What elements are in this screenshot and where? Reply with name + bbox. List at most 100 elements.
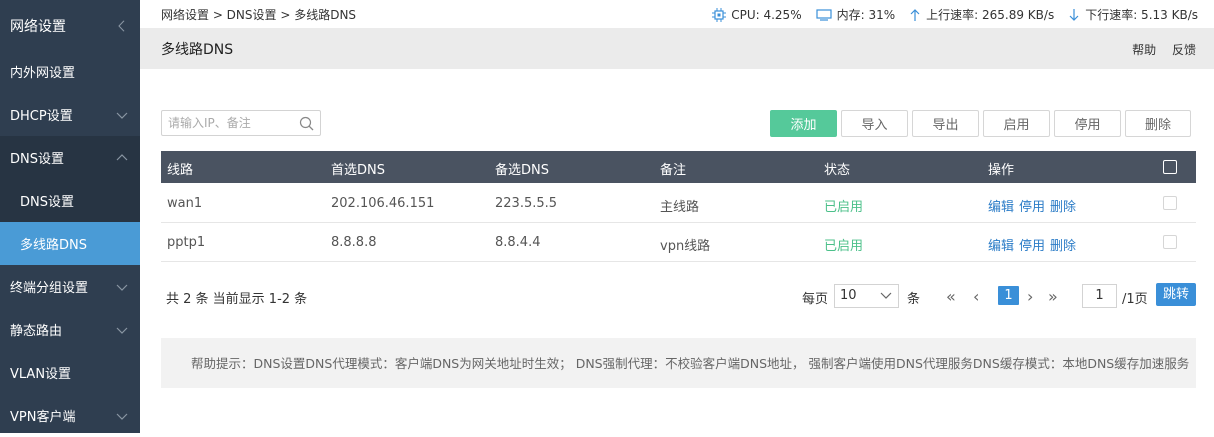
row-actions: 编辑 停用 删除 — [988, 235, 1081, 254]
total-pages: /1页 — [1122, 292, 1148, 307]
sidebar-item-label: VPN客户端 — [10, 410, 76, 425]
top-bar: 网络设置 > DNS设置 > 多线路DNS CPU: 4.25% 内存: 31%… — [140, 0, 1214, 28]
sidebar: 网络设置 内外网设置 DHCP设置 DNS设置 DNS设置 多线路DNS 终端分… — [0, 0, 140, 433]
disable-button[interactable]: 停用 — [1054, 110, 1121, 137]
sidebar-item-label: DNS设置 — [20, 195, 74, 210]
sidebar-item-terminal-groups[interactable]: 终端分组设置 — [0, 265, 140, 308]
edit-link[interactable]: 编辑 — [988, 200, 1014, 215]
prev-page-button[interactable]: ‹ — [973, 287, 979, 306]
delete-link[interactable]: 删除 — [1050, 200, 1076, 215]
cell-primary-dns: 8.8.8.8 — [331, 235, 377, 250]
table-header: 线路 首选DNS 备选DNS 备注 状态 操作 — [161, 151, 1196, 183]
column-header-status: 状态 — [824, 163, 851, 178]
chevron-down-icon — [116, 284, 128, 291]
go-button[interactable]: 跳转 — [1156, 283, 1196, 306]
system-stats: CPU: 4.25% 内存: 31% 上行速率: 265.89 KB/s 下行速… — [698, 6, 1198, 23]
memory-value: 内存: 31% — [836, 8, 896, 22]
cpu-icon — [712, 7, 727, 22]
chevron-down-icon — [116, 413, 128, 420]
cell-primary-dns: 202.106.46.151 — [331, 196, 435, 211]
record-summary: 共 2 条 当前显示 1-2 条 — [166, 292, 308, 307]
memory-stat: 内存: 31% — [816, 6, 896, 23]
sidebar-item-label: VLAN设置 — [10, 367, 72, 382]
sidebar-item-label: DNS设置 — [10, 152, 64, 167]
download-stat: 下行速率: 5.13 KB/s — [1068, 6, 1198, 23]
current-page[interactable]: 1 — [998, 286, 1019, 305]
column-header-note: 备注 — [660, 163, 687, 178]
sidebar-item-label: 静态路由 — [10, 324, 63, 339]
download-value: 下行速率: 5.13 KB/s — [1085, 8, 1198, 22]
disable-link[interactable]: 停用 — [1019, 239, 1045, 254]
column-header-secondary-dns: 备选DNS — [495, 163, 549, 178]
sidebar-item-network-settings[interactable]: 网络设置 — [0, 4, 140, 47]
help-tip: 帮助提示：DNS设置DNS代理模式：客户端DNS为网关地址时生效； DNS强制代… — [161, 338, 1196, 388]
row-checkbox[interactable] — [1163, 196, 1177, 210]
per-page-select[interactable]: 10 — [834, 284, 899, 308]
sidebar-subitem-dns-settings[interactable]: DNS设置 — [0, 179, 140, 222]
monitor-icon — [816, 8, 832, 21]
sidebar-item-label: 网络设置 — [10, 18, 66, 35]
row-checkbox[interactable] — [1163, 235, 1177, 249]
sidebar-item-label: DHCP设置 — [10, 109, 73, 124]
per-page-label: 每页 — [802, 292, 829, 307]
edit-link[interactable]: 编辑 — [988, 239, 1014, 254]
search-box — [161, 110, 321, 136]
feedback-link[interactable]: 反馈 — [1172, 43, 1196, 57]
page-title: 多线路DNS — [161, 42, 234, 58]
table-row: wan1 202.106.46.151 223.5.5.5 主线路 已启用 编辑… — [161, 184, 1196, 223]
sidebar-item-dhcp[interactable]: DHCP设置 — [0, 93, 140, 136]
sidebar-item-vlan[interactable]: VLAN设置 — [0, 351, 140, 394]
help-link[interactable]: 帮助 — [1132, 43, 1156, 57]
column-header-actions: 操作 — [988, 163, 1015, 178]
row-actions: 编辑 停用 删除 — [988, 196, 1081, 215]
arrow-up-icon — [910, 8, 920, 21]
search-icon[interactable] — [299, 116, 314, 131]
upload-stat: 上行速率: 265.89 KB/s — [909, 6, 1054, 23]
status-badge: 已启用 — [824, 239, 864, 254]
cell-line: wan1 — [167, 196, 203, 211]
page-number-input[interactable]: 1 — [1082, 284, 1117, 308]
import-button[interactable]: 导入 — [841, 110, 908, 137]
first-page-button[interactable]: « — [946, 287, 956, 306]
table-row: pptp1 8.8.8.8 8.8.4.4 vpn线路 已启用 编辑 停用 删除 — [161, 223, 1196, 262]
sidebar-item-label: 多线路DNS — [20, 238, 87, 253]
sidebar-item-lan-wan[interactable]: 内外网设置 — [0, 50, 140, 93]
add-button[interactable]: 添加 — [770, 110, 837, 137]
column-header-primary-dns: 首选DNS — [331, 163, 385, 178]
cell-note: vpn线路 — [660, 239, 711, 254]
delete-link[interactable]: 删除 — [1050, 239, 1076, 254]
last-page-button[interactable]: » — [1048, 287, 1058, 306]
cpu-stat: CPU: 4.25% — [712, 7, 802, 22]
sidebar-item-label: 终端分组设置 — [10, 281, 89, 296]
breadcrumb: 网络设置 > DNS设置 > 多线路DNS — [161, 8, 357, 22]
chevron-down-icon — [116, 327, 128, 334]
chevron-down-icon — [116, 112, 128, 119]
select-all-checkbox[interactable] — [1163, 160, 1177, 174]
upload-value: 上行速率: 265.89 KB/s — [926, 8, 1055, 22]
chevron-up-icon — [116, 153, 128, 160]
next-page-button[interactable]: › — [1027, 287, 1033, 306]
header-links: 帮助 反馈 — [1120, 41, 1196, 58]
cell-note: 主线路 — [660, 200, 700, 215]
chevron-down-icon — [880, 292, 892, 299]
arrow-down-icon — [1069, 8, 1079, 21]
status-badge: 已启用 — [824, 200, 864, 215]
enable-button[interactable]: 启用 — [983, 110, 1050, 137]
cell-line: pptp1 — [167, 235, 206, 250]
sidebar-item-vpn-client[interactable]: VPN客户端 — [0, 394, 140, 437]
column-header-line: 线路 — [167, 163, 194, 178]
cpu-value: CPU: 4.25% — [731, 7, 802, 22]
chevron-left-icon[interactable] — [116, 18, 128, 34]
per-page-unit: 条 — [907, 292, 921, 307]
sidebar-item-dns[interactable]: DNS设置 — [0, 136, 140, 179]
sidebar-subitem-multiline-dns[interactable]: 多线路DNS — [0, 222, 140, 265]
page-header: 多线路DNS 帮助 反馈 — [140, 28, 1214, 69]
cell-secondary-dns: 223.5.5.5 — [495, 196, 558, 211]
search-input[interactable] — [162, 111, 292, 135]
disable-link[interactable]: 停用 — [1019, 200, 1045, 215]
cell-secondary-dns: 8.8.4.4 — [495, 235, 541, 250]
export-button[interactable]: 导出 — [912, 110, 979, 137]
per-page-value: 10 — [840, 288, 857, 303]
sidebar-item-static-route[interactable]: 静态路由 — [0, 308, 140, 351]
delete-button[interactable]: 删除 — [1125, 110, 1191, 137]
